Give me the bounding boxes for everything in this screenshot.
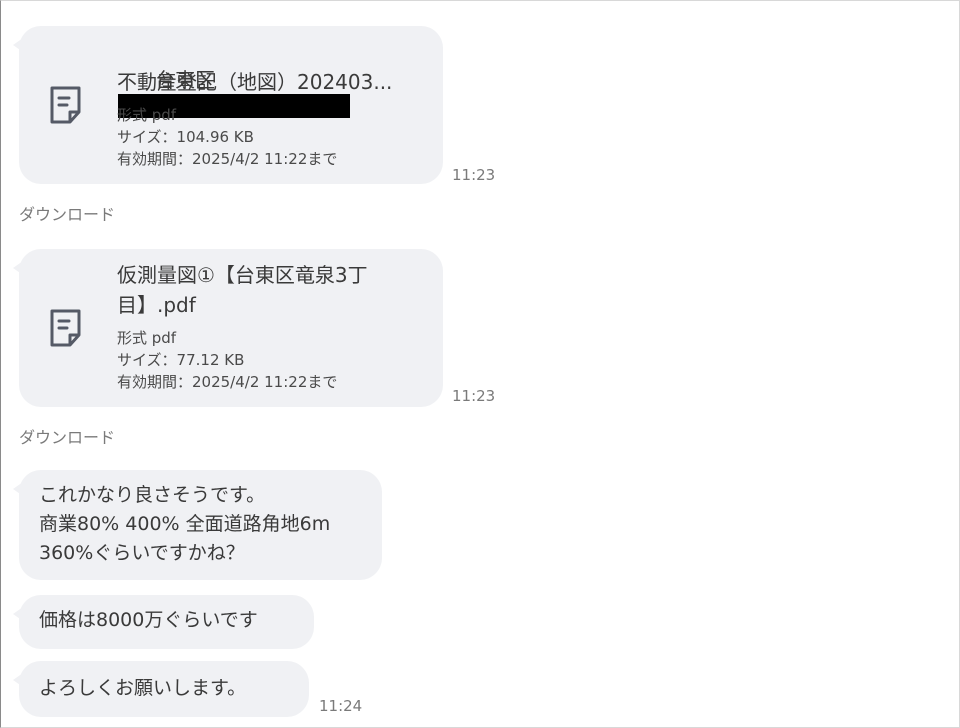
- chat-window: 台東区 不動産登記（地図）202403... 形式 pdf サイズ：104.96…: [0, 0, 960, 728]
- file-name-line-1: 仮測量図①【台東区竜泉3丁: [117, 263, 368, 287]
- file-size: サイズ：77.12 KB: [117, 351, 245, 369]
- message-text: よろしくお願いします。: [39, 677, 247, 699]
- file-message-2[interactable]: 仮測量図①【台東区竜泉3丁 目】.pdf 形式 pdf サイズ：77.12 KB…: [13, 249, 443, 407]
- message-time: 11:24: [319, 697, 363, 715]
- message-line: 商業80% 400% 全面道路角地6m: [39, 513, 331, 535]
- file-expiry: 有効期間：2025/4/2 11:22まで: [117, 150, 338, 168]
- document-icon: [49, 85, 85, 125]
- text-message-2: 価格は8000万ぐらいです: [13, 595, 314, 649]
- file-expiry: 有効期間：2025/4/2 11:22まで: [117, 373, 338, 391]
- file-name-line-2: 目】.pdf: [117, 293, 196, 317]
- message-text: 価格は8000万ぐらいです: [39, 609, 258, 631]
- text-message-3: よろしくお願いします。: [13, 661, 309, 717]
- file-format: 形式 pdf: [117, 106, 177, 124]
- document-icon: [49, 308, 85, 348]
- message-time: 11:23: [452, 387, 496, 405]
- download-link[interactable]: ダウンロード: [19, 201, 115, 225]
- download-link[interactable]: ダウンロード: [19, 424, 115, 448]
- file-size: サイズ：104.96 KB: [117, 128, 254, 146]
- message-line: 360%ぐらいですかね？: [39, 542, 245, 564]
- text-message-1: これかなり良さそうです。 商業80% 400% 全面道路角地6m 360%ぐらい…: [13, 470, 382, 580]
- message-line: これかなり良さそうです。: [39, 484, 266, 506]
- file-name-line-2: 不動産登記（地図）202403...: [117, 70, 393, 94]
- message-time: 11:23: [452, 166, 496, 184]
- file-message-1[interactable]: 台東区 不動産登記（地図）202403... 形式 pdf サイズ：104.96…: [13, 26, 443, 184]
- file-format: 形式 pdf: [117, 329, 177, 347]
